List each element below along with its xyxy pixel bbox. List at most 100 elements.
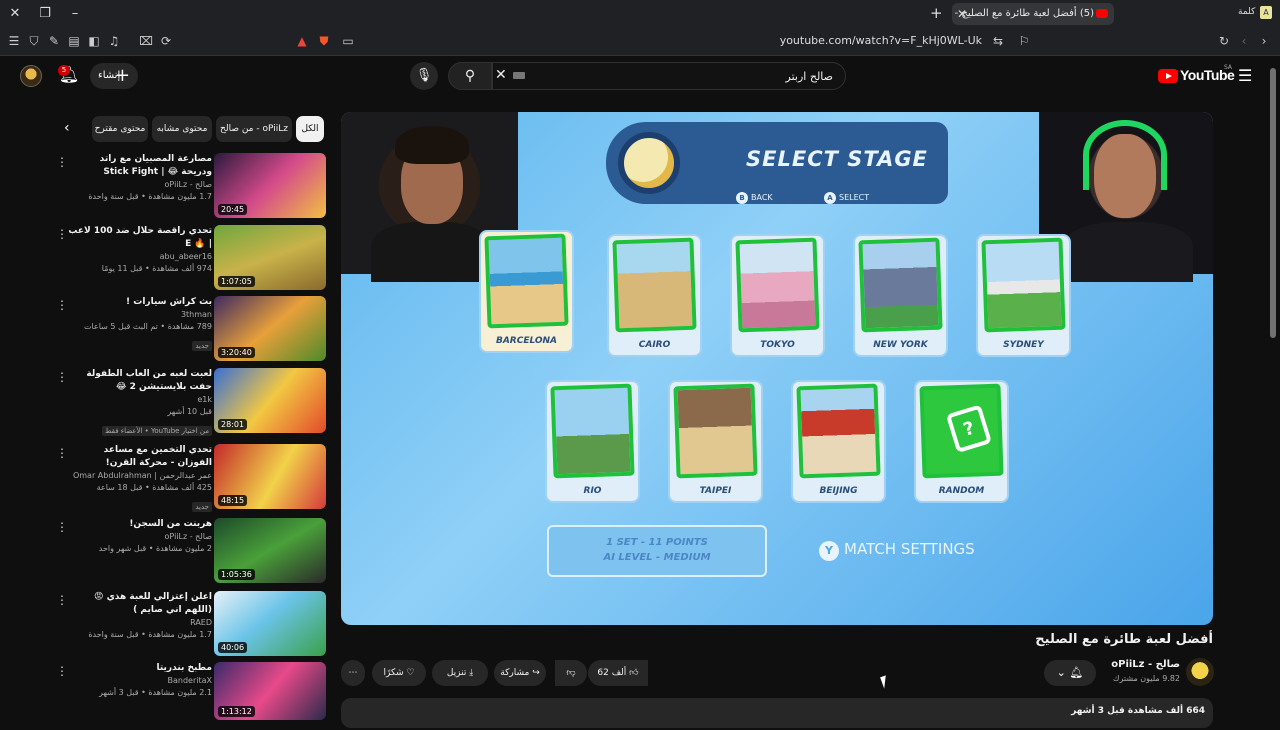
music-icon[interactable]: ♫: [106, 33, 122, 49]
channel-name[interactable]: RAED: [68, 617, 212, 629]
stage-label: BEIJING: [819, 486, 858, 496]
brave-shield-icon[interactable]: ⛊: [316, 33, 332, 49]
list-item[interactable]: 20:45 مصارعة المصبيان مع راتد ودريحة 😂 |…: [56, 153, 328, 221]
keyboard-icon[interactable]: [513, 72, 525, 79]
mouse-cursor-icon: [880, 675, 890, 689]
channel-name[interactable]: abu_abeer16: [68, 251, 212, 263]
new-tab-button[interactable]: +: [930, 4, 943, 22]
channel-avatar[interactable]: [1186, 658, 1214, 686]
video-title[interactable]: لعبت لعبه من العاب الطفولة حفت بلايستيشن…: [68, 368, 212, 394]
like-button[interactable]: 62 ألف 👍︎: [588, 660, 648, 686]
list-item[interactable]: 48:15 تحدي التخمين مع مساعد الفوزان - مح…: [56, 444, 328, 512]
sidebar-icon[interactable]: ◧: [86, 33, 102, 49]
video-thumbnail[interactable]: 1:13:12: [214, 662, 326, 720]
chip-from-channel[interactable]: من صالح - oPiiLz: [216, 116, 292, 142]
list-item[interactable]: 28:01 لعبت لعبه من العاب الطفولة حفت بلا…: [56, 368, 328, 436]
voice-search-icon[interactable]: 🎙︎: [410, 62, 438, 90]
chip-all[interactable]: الكل: [296, 116, 324, 142]
video-thumbnail[interactable]: 48:15: [214, 444, 326, 509]
screenshot-icon[interactable]: ⌧: [138, 33, 154, 49]
channel-name[interactable]: صالح - oPiiLz: [68, 179, 212, 191]
video-player[interactable]: SELECT STAGE B BACK A SELECT BARCELONA CAI…: [341, 112, 1213, 625]
search-input[interactable]: [492, 62, 846, 90]
share-button[interactable]: مشاركة ↪: [494, 660, 546, 686]
channel-name[interactable]: BanderitaX: [68, 675, 213, 687]
clear-search-icon[interactable]: ✕: [495, 67, 507, 83]
search-button[interactable]: ⚲: [448, 62, 492, 90]
thanks-button[interactable]: شكرًا ♡: [372, 660, 426, 686]
download-button[interactable]: تنزيل ⤓: [432, 660, 488, 686]
video-title[interactable]: تحدي راقصة حلال ضد 100 لاعب | 🔥 E: [68, 225, 212, 251]
youtube-logo[interactable]: YouTube SA: [1158, 64, 1235, 87]
more-options-icon[interactable]: ⋮: [56, 520, 68, 534]
channel-name[interactable]: صالح - oPiiLz: [1080, 659, 1180, 670]
more-options-icon[interactable]: ⋮: [56, 227, 68, 241]
bookmark-icon[interactable]: ⚐: [1016, 33, 1032, 49]
back-label: BACK: [751, 193, 773, 202]
more-options-icon[interactable]: ⋮: [56, 155, 68, 169]
b-button-icon: B: [736, 192, 748, 204]
duration: 1:05:36: [218, 569, 255, 580]
list-item[interactable]: 40:06 اعلن إعتزالي للعبة هذي 😡 (اللهم ان…: [56, 591, 328, 659]
more-options-icon[interactable]: ⋮: [56, 446, 68, 460]
account-avatar[interactable]: [20, 65, 42, 87]
profile-icon[interactable]: A: [1260, 6, 1272, 19]
stage-label: RANDOM: [938, 486, 985, 496]
more-options-icon[interactable]: ⋮: [56, 593, 68, 607]
list-item[interactable]: 3:20:40 بث كراش سيارات ! 3thman 789 مشاهدة…: [56, 296, 328, 364]
video-title[interactable]: اعلن إعتزالي للعبة هذي 😡 (اللهم اني صايم…: [68, 591, 212, 617]
video-title[interactable]: مصارعة المصبيان مع راتد ودريحة 😂 | Stick…: [68, 153, 212, 179]
video-thumbnail[interactable]: 3:20:40: [214, 296, 326, 361]
site-settings-icon[interactable]: ⇆: [990, 33, 1006, 49]
back-icon[interactable]: ‹: [1236, 33, 1252, 49]
shield-icon[interactable]: ⛉: [26, 33, 42, 49]
description-box[interactable]: 664 ألف مشاهدة قبل 3 أشهر: [341, 698, 1213, 728]
duration: 48:15: [218, 495, 248, 506]
browser-tab[interactable]: (5) أفضل لعبة طائرة مع الصليح - ✕: [952, 3, 1114, 25]
stage-label: BARCELONA: [495, 336, 558, 346]
video-thumbnail[interactable]: 1:07:05: [214, 225, 326, 290]
chip-suggested[interactable]: محتوى مقترح: [92, 116, 148, 142]
menu-icon[interactable]: ☰: [6, 33, 22, 49]
restore-window-icon[interactable]: ❐: [34, 4, 56, 24]
rewards-icon[interactable]: ▲: [294, 33, 310, 49]
tab-close-icon[interactable]: ✕: [957, 3, 967, 25]
video-thumbnail[interactable]: 28:01: [214, 368, 326, 433]
tabs-icon[interactable]: ▤: [66, 33, 82, 49]
channel-name[interactable]: e1k: [68, 394, 212, 406]
address-bar[interactable]: ▲ ⛊ ▭ youtube.com/watch?v=F_kHj0WL-Uk ⇆: [290, 31, 1010, 53]
list-item[interactable]: 1:07:05 تحدي راقصة حلال ضد 100 لاعب | 🔥 …: [56, 225, 328, 293]
video-thumbnail[interactable]: 40:06: [214, 591, 326, 656]
match-settings-label: MATCH SETTINGS: [844, 540, 975, 558]
more-actions-button[interactable]: ⋯: [341, 660, 365, 686]
extensions-icon[interactable]: ✎: [46, 33, 62, 49]
video-title[interactable]: تحدي التخمين مع مساعد الفوزان - محركة ال…: [68, 444, 212, 470]
close-window-icon[interactable]: ✕: [4, 4, 26, 24]
more-options-icon[interactable]: ⋮: [56, 370, 68, 384]
video-thumbnail[interactable]: 20:45: [214, 153, 326, 218]
minimize-window-icon[interactable]: –: [64, 4, 86, 24]
sync-icon[interactable]: ⟳: [158, 33, 174, 49]
page-scrollbar[interactable]: [1270, 68, 1276, 338]
chevron-down-icon: ⌄: [1056, 666, 1066, 679]
channel-name[interactable]: عمر عبدالرحمن | Omar Abdulrahman: [68, 470, 212, 482]
reload-icon[interactable]: ↻: [1216, 33, 1232, 49]
channel-name[interactable]: 3thman: [68, 309, 212, 321]
video-title[interactable]: بث كراش سيارات !: [68, 296, 212, 309]
create-button[interactable]: إنشاء +: [90, 63, 138, 89]
profile-label[interactable]: كلمة: [1238, 7, 1255, 17]
chip-similar[interactable]: محتوى مشابه: [152, 116, 212, 142]
video-title[interactable]: هربنت من السجن!: [68, 518, 212, 531]
dislike-button[interactable]: 👎︎: [555, 660, 587, 686]
video-title[interactable]: مطبخ بندريتا: [68, 662, 213, 675]
forward-icon[interactable]: ›: [1256, 33, 1272, 49]
guide-menu-icon[interactable]: ☰: [1238, 66, 1252, 85]
more-options-icon[interactable]: ⋮: [56, 298, 68, 312]
stage-card-barcelona: BARCELONA: [479, 230, 574, 353]
more-options-icon[interactable]: ⋮: [56, 664, 68, 678]
stage-card-new-york: NEW YORK: [853, 234, 948, 357]
channel-name[interactable]: صالح - oPiiLz: [68, 531, 212, 543]
reader-icon[interactable]: ▭: [340, 33, 356, 49]
video-thumbnail[interactable]: 1:05:36: [214, 518, 326, 583]
list-item[interactable]: 1:05:36 هربنت من السجن! صالح - oPiiLz 2 مل…: [56, 518, 328, 586]
